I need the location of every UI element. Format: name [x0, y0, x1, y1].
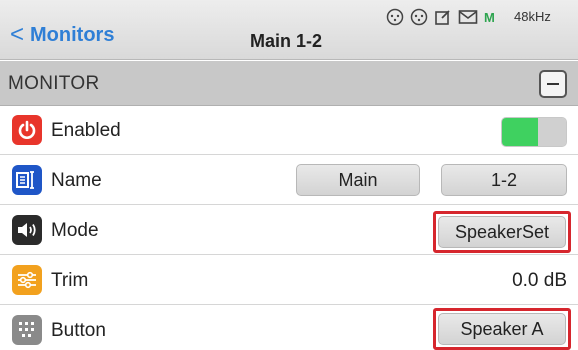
row-label-button: Button: [51, 320, 106, 341]
row-enabled: Enabled: [0, 106, 578, 155]
name-tag-icon: [12, 165, 42, 195]
mic-input-icon: [386, 8, 404, 26]
mic-input-icon: [410, 8, 428, 26]
row-mode: Mode SpeakerSet: [0, 206, 578, 255]
row-label-trim: Trim: [51, 270, 89, 291]
chevron-left-icon: <: [10, 21, 25, 48]
collapse-button[interactable]: [539, 70, 567, 98]
back-button[interactable]: < Monitors: [10, 20, 114, 50]
row-label-enabled: Enabled: [51, 120, 121, 141]
minus-icon: [547, 83, 559, 85]
name-part1-button[interactable]: Main: [296, 164, 420, 196]
sliders-icon: [12, 265, 42, 295]
sample-rate: 48kHz: [514, 9, 551, 24]
speaker-icon: [12, 215, 42, 245]
grid-icon: [12, 315, 42, 345]
status-icons: M: [386, 6, 495, 28]
enabled-toggle[interactable]: [501, 117, 567, 147]
row-label-mode: Mode: [51, 220, 99, 241]
section-header-monitor: MONITOR: [0, 61, 578, 106]
row-label-name: Name: [51, 170, 102, 191]
back-button-label: Monitors: [30, 23, 115, 46]
mode-select-button[interactable]: SpeakerSet: [438, 216, 566, 248]
button-highlight-box: Speaker A: [433, 308, 571, 350]
section-label: MONITOR: [8, 73, 100, 94]
edit-icon: [434, 8, 452, 26]
row-name: Name Main 1-2: [0, 156, 578, 205]
row-button: Button Speaker A: [0, 306, 578, 350]
top-navigation-bar: < Monitors Main 1-2 M 48kHz: [0, 0, 578, 60]
power-icon: [12, 115, 42, 145]
button-select-button[interactable]: Speaker A: [438, 313, 566, 345]
status-m-indicator: M: [484, 9, 495, 25]
mode-highlight-box: SpeakerSet: [433, 211, 571, 253]
toggle-on-fill: [502, 118, 538, 146]
name-part2-button[interactable]: 1-2: [441, 164, 567, 196]
trim-value[interactable]: 0.0 dB: [512, 270, 567, 292]
mail-icon: [458, 9, 478, 25]
page-title: Main 1-2: [250, 31, 323, 51]
row-trim: Trim 0.0 dB: [0, 256, 578, 305]
toggle-knob: [538, 118, 566, 146]
